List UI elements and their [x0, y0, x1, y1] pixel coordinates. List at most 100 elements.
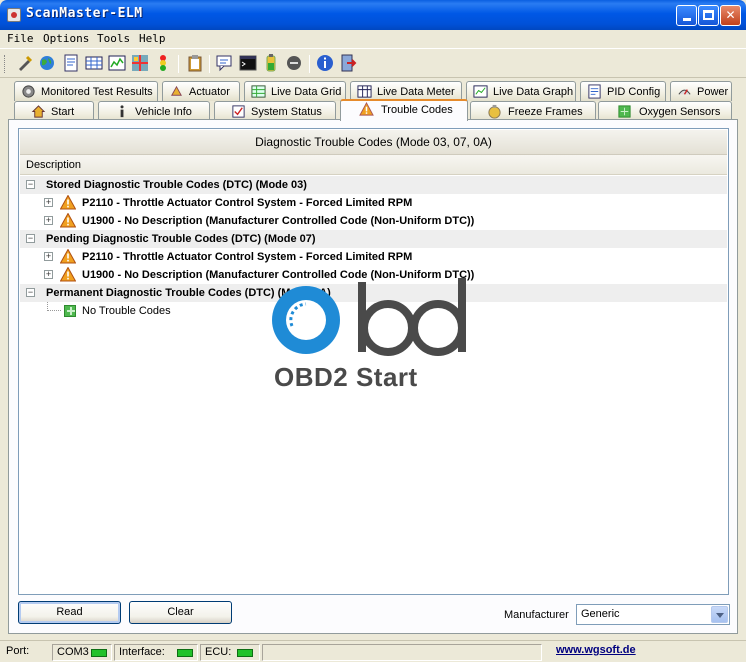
dtc-text: No Trouble Codes [82, 305, 171, 317]
title-bar[interactable]: ScanMaster-ELM ✕ [0, 0, 746, 30]
tab-system-status[interactable]: System Status [214, 101, 336, 121]
menu-help[interactable]: Help [139, 32, 166, 45]
clear-button[interactable]: Clear [129, 601, 232, 624]
maximize-button[interactable] [698, 5, 719, 26]
port-field: COM3 [52, 644, 112, 661]
expand-toggle[interactable]: + [44, 216, 53, 225]
actuator-icon [171, 85, 182, 96]
window-title: ScanMaster-ELM [26, 6, 143, 21]
tab-start[interactable]: Start [14, 101, 94, 121]
menu-bar: File Options Tools Help [0, 30, 746, 48]
tab-power[interactable]: Power [670, 81, 732, 101]
tab-live-data-meter[interactable]: Live Data Meter [350, 81, 462, 101]
manufacturer-value: Generic [581, 608, 620, 620]
tab-live-data-grid[interactable]: Live Data Grid [244, 81, 346, 101]
map-icon[interactable] [131, 54, 149, 72]
dtc-item[interactable]: + P2110 - Throttle Actuator Control Syst… [20, 248, 727, 266]
dtc-title: Diagnostic Trouble Codes (Mode 03, 07, 0… [20, 130, 727, 155]
warning-icon [60, 195, 76, 210]
globe-icon[interactable] [38, 54, 56, 72]
tab-label: Live Data Grid [271, 86, 342, 98]
expand-toggle[interactable]: + [44, 270, 53, 279]
ecu-field: ECU: [200, 644, 260, 661]
tab-label: Live Data Graph [493, 86, 574, 98]
ecu-led-icon [237, 649, 253, 657]
column-header-description[interactable]: Description [20, 155, 727, 175]
collapse-toggle[interactable]: − [26, 288, 35, 297]
toolbar-separator [209, 55, 210, 73]
tab-vehicle-info[interactable]: Vehicle Info [98, 101, 210, 121]
manufacturer-label: Manufacturer [504, 609, 569, 621]
meter-icon [357, 85, 372, 98]
exit-icon[interactable] [339, 54, 357, 72]
info-icon[interactable] [316, 54, 334, 72]
manufacturer-select[interactable]: Generic [576, 604, 730, 625]
website-link[interactable]: www.wgsoft.de [556, 644, 636, 656]
expand-toggle[interactable]: + [44, 198, 53, 207]
warning-icon [60, 249, 76, 264]
close-button[interactable]: ✕ [720, 5, 741, 26]
app-icon[interactable] [7, 8, 21, 22]
tab-live-data-graph[interactable]: Live Data Graph [466, 81, 576, 101]
menu-file[interactable]: File [7, 32, 34, 45]
disconnect-icon[interactable] [285, 54, 303, 72]
group-label: Pending Diagnostic Trouble Codes (DTC) (… [46, 233, 316, 245]
tab-pid-config[interactable]: PID Config [580, 81, 666, 101]
tab-actuator[interactable]: Actuator [162, 81, 240, 101]
interface-label: Interface: [119, 646, 165, 658]
read-button[interactable]: Read [18, 601, 121, 624]
grid-icon [251, 85, 266, 98]
gear-icon [22, 85, 35, 98]
tab-label: Actuator [189, 86, 230, 98]
freeze-icon [488, 104, 501, 119]
interface-led-icon [177, 649, 193, 657]
group-label: Stored Diagnostic Trouble Codes (DTC) (M… [46, 179, 307, 191]
tab-freeze-frames[interactable]: Freeze Frames [470, 101, 596, 121]
dtc-text: P2110 - Throttle Actuator Control System… [82, 197, 413, 209]
dtc-group-pending[interactable]: − Pending Diagnostic Trouble Codes (DTC)… [20, 230, 727, 248]
expand-toggle[interactable]: + [44, 252, 53, 261]
document-icon[interactable] [62, 54, 80, 72]
tab-trouble-codes[interactable]: Trouble Codes [340, 99, 468, 121]
warning-icon [60, 213, 76, 228]
clipboard-icon[interactable] [186, 54, 204, 72]
tab-label: PID Config [607, 86, 661, 98]
terminal-icon[interactable] [239, 54, 257, 72]
collapse-toggle[interactable]: − [26, 180, 35, 189]
config-icon [588, 84, 601, 99]
port-label: Port: [6, 645, 30, 657]
chat-icon[interactable] [216, 54, 234, 72]
tab-label: Trouble Codes [381, 104, 453, 116]
minimize-button[interactable] [676, 5, 697, 26]
tab-label: Power [697, 86, 729, 98]
battery-icon[interactable] [262, 54, 280, 72]
collapse-toggle[interactable]: − [26, 234, 35, 243]
connect-icon[interactable] [16, 54, 34, 72]
port-value: COM3 [57, 646, 89, 658]
obd-logo-icon [272, 278, 466, 356]
tab-label: Monitored Test Results [41, 86, 153, 98]
toolbar-separator [178, 55, 179, 73]
watermark-text: OBD2 Start [274, 362, 418, 392]
toolbar-separator [309, 55, 310, 73]
dtc-text: U1900 - No Description (Manufacturer Con… [82, 215, 475, 227]
toolbar-grip[interactable] [4, 55, 7, 73]
traffic-icon[interactable] [154, 54, 172, 72]
menu-options[interactable]: Options [43, 32, 89, 45]
graph-icon[interactable] [108, 54, 126, 72]
warning-icon [359, 102, 374, 116]
tab-oxygen-sensors[interactable]: Oxygen Sensors [598, 101, 732, 121]
graph-icon [473, 85, 488, 98]
power-icon [678, 89, 691, 95]
port-led-icon [91, 649, 107, 657]
dtc-item[interactable]: + P2110 - Throttle Actuator Control Syst… [20, 194, 727, 212]
warning-icon [60, 267, 76, 282]
checklist-icon [232, 105, 245, 118]
menu-tools[interactable]: Tools [97, 32, 130, 45]
tab-monitored-test-results[interactable]: Monitored Test Results [14, 81, 158, 101]
interface-field: Interface: [114, 644, 198, 661]
grid-icon[interactable] [85, 54, 103, 72]
dtc-group-stored[interactable]: − Stored Diagnostic Trouble Codes (DTC) … [20, 176, 727, 194]
chevron-down-icon[interactable] [711, 606, 728, 623]
dtc-item[interactable]: + U1900 - No Description (Manufacturer C… [20, 212, 727, 230]
